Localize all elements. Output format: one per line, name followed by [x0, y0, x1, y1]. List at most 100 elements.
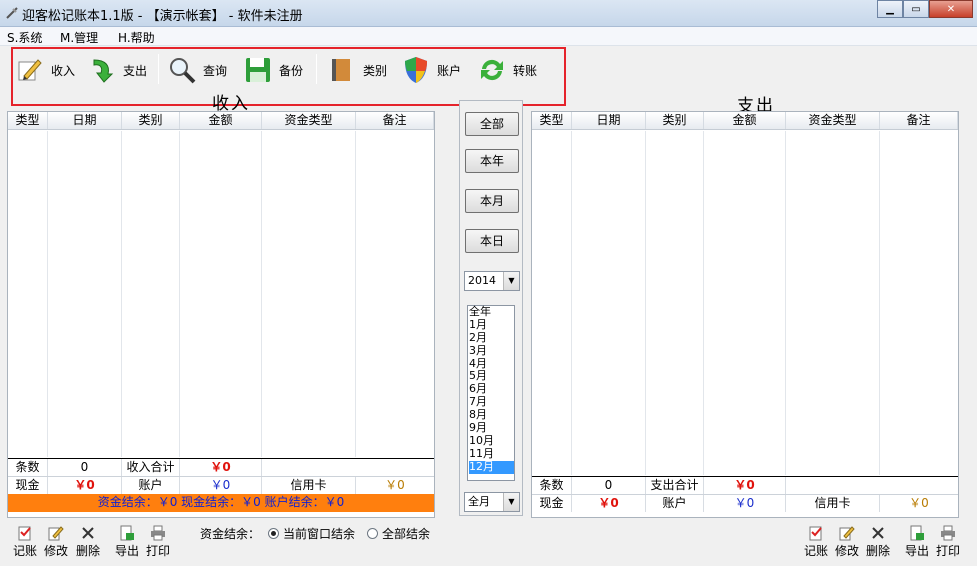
- month-option[interactable]: 11月: [469, 447, 514, 461]
- menu-manage[interactable]: M.管理: [60, 29, 98, 46]
- month-option[interactable]: 全年: [469, 305, 514, 319]
- refresh-arrows-icon: [476, 54, 508, 86]
- total-label: 支出合计: [646, 477, 704, 494]
- year-select-value: 2014: [468, 274, 496, 287]
- expense-arrow-icon: [86, 54, 118, 86]
- query-toolbar-button[interactable]: 查询: [166, 52, 227, 88]
- filter-month-button[interactable]: 本月: [465, 189, 519, 213]
- column-header[interactable]: 类别: [122, 112, 180, 129]
- balance-label: 资金结余：: [200, 527, 261, 541]
- expense-grid-body: [532, 131, 958, 475]
- month-option[interactable]: 3月: [469, 344, 514, 358]
- filter-panel: 全部 本年 本月 本日 2014 ▼ 全年 1月 2月 3月 4月 5月 6月 …: [459, 100, 523, 516]
- month-option[interactable]: 10月: [469, 434, 514, 448]
- delete-button[interactable]: 删除: [74, 524, 102, 559]
- month-list[interactable]: 全年 1月 2月 3月 4月 5月 6月 7月 8月 9月 10月 11月 12…: [467, 305, 515, 481]
- income-accounts-row: 现金 ￥0 账户 ￥0 信用卡 ￥0: [8, 476, 434, 494]
- column-header[interactable]: 类别: [646, 112, 704, 129]
- maximize-button[interactable]: ▭: [903, 0, 929, 18]
- menu-system[interactable]: S.系统: [7, 29, 42, 46]
- column-header[interactable]: 资金类型: [262, 112, 356, 129]
- shield-icon: [400, 54, 432, 86]
- filter-day-button[interactable]: 本日: [465, 229, 519, 253]
- column-header[interactable]: 类型: [8, 112, 48, 129]
- account-toolbar-label: 账户: [437, 63, 462, 78]
- month-option[interactable]: 9月: [469, 421, 514, 435]
- export-icon: [903, 524, 931, 542]
- print-button[interactable]: 打印: [144, 524, 172, 559]
- category-toolbar-label: 类别: [363, 63, 388, 78]
- export-label: 导出: [114, 544, 139, 558]
- column-header[interactable]: 金额: [180, 112, 262, 129]
- current-window-balance-radio[interactable]: 当前窗口结余: [268, 525, 355, 542]
- print-button[interactable]: 打印: [934, 524, 962, 559]
- record-button[interactable]: 记账: [11, 524, 39, 559]
- minimize-button[interactable]: ▁: [877, 0, 903, 18]
- printer-icon: [144, 524, 172, 542]
- all-balance-label: 全部结余: [382, 527, 431, 541]
- account-label: 账户: [122, 477, 180, 494]
- delete-label: 删除: [75, 544, 100, 558]
- backup-toolbar-label: 备份: [279, 63, 304, 78]
- close-button[interactable]: ✕: [929, 0, 973, 18]
- total-value: ￥0: [180, 459, 262, 476]
- edit-label: 修改: [43, 544, 68, 558]
- category-toolbar-button[interactable]: 类别: [326, 52, 387, 88]
- range-select-value: 全月: [468, 495, 490, 508]
- year-select[interactable]: 2014 ▼: [464, 271, 520, 291]
- floppy-disk-icon: [242, 54, 274, 86]
- record-label: 记账: [12, 544, 37, 558]
- month-option[interactable]: 1月: [469, 318, 514, 332]
- edit-button[interactable]: 修改: [833, 524, 861, 559]
- backup-toolbar-button[interactable]: 备份: [242, 52, 303, 88]
- toolbar-separator: [158, 54, 159, 84]
- export-button[interactable]: 导出: [903, 524, 931, 559]
- total-value: ￥0: [704, 477, 786, 494]
- column-header[interactable]: 资金类型: [786, 112, 880, 129]
- filter-year-button[interactable]: 本年: [465, 149, 519, 173]
- cash-label: 现金: [532, 495, 572, 512]
- printer-icon: [934, 524, 962, 542]
- credit-value: ￥0: [385, 478, 405, 492]
- magnifier-icon: [166, 54, 198, 86]
- expense-summary-row: 条数 0 支出合计 ￥0: [532, 476, 958, 494]
- pine-tree-icon: [6, 7, 18, 19]
- record-button[interactable]: 记账: [802, 524, 830, 559]
- column-header[interactable]: 备注: [880, 112, 958, 129]
- all-balance-radio[interactable]: 全部结余: [367, 525, 430, 542]
- range-select[interactable]: 全月 ▼: [464, 492, 520, 512]
- expense-toolbar-button[interactable]: 支出: [86, 52, 147, 88]
- bottom-toolbar: 记账 修改 删除 导出 打印 资金结余： 当前窗口结余 全部结余 记账 修改 删…: [0, 520, 977, 566]
- expense-grid[interactable]: 类型 日期 类别 金额 资金类型 备注 条数 0 支出合计 ￥0 现金 ￥0 账…: [531, 111, 959, 518]
- export-icon: [113, 524, 141, 542]
- cash-label: 现金: [8, 477, 48, 494]
- count-label: 条数: [532, 477, 572, 494]
- income-grid[interactable]: 类型 日期 类别 金额 资金类型 备注 条数 0 收入合计 ￥0 现金 ￥0 账…: [7, 111, 435, 518]
- income-summary-row: 条数 0 收入合计 ￥0: [8, 458, 434, 476]
- edit-label: 修改: [834, 544, 859, 558]
- menu-help[interactable]: H.帮助: [118, 29, 155, 46]
- radio-selected-icon: [268, 528, 279, 539]
- count-label: 条数: [8, 459, 48, 476]
- edit-button[interactable]: 修改: [42, 524, 70, 559]
- month-option-selected[interactable]: 12月: [469, 460, 514, 474]
- column-header[interactable]: 类型: [532, 112, 572, 129]
- filter-all-button[interactable]: 全部: [465, 112, 519, 136]
- clipboard-icon: [802, 524, 830, 542]
- income-toolbar-button[interactable]: 收入: [14, 52, 75, 88]
- print-label: 打印: [935, 544, 960, 558]
- current-window-balance-label: 当前窗口结余: [283, 527, 356, 541]
- delete-button[interactable]: 删除: [864, 524, 892, 559]
- export-button[interactable]: 导出: [113, 524, 141, 559]
- toolbar-separator: [316, 54, 317, 84]
- column-header[interactable]: 日期: [572, 112, 646, 129]
- column-header[interactable]: 日期: [48, 112, 122, 129]
- transfer-toolbar-button[interactable]: 转账: [476, 52, 537, 88]
- column-header[interactable]: 金额: [704, 112, 786, 129]
- account-toolbar-button[interactable]: 账户: [400, 52, 461, 88]
- edit-pencil-icon: [42, 524, 70, 542]
- month-option[interactable]: 2月: [469, 331, 514, 345]
- column-header[interactable]: 备注: [356, 112, 434, 129]
- delete-x-icon: [864, 524, 892, 542]
- account-value: ￥0: [180, 477, 262, 494]
